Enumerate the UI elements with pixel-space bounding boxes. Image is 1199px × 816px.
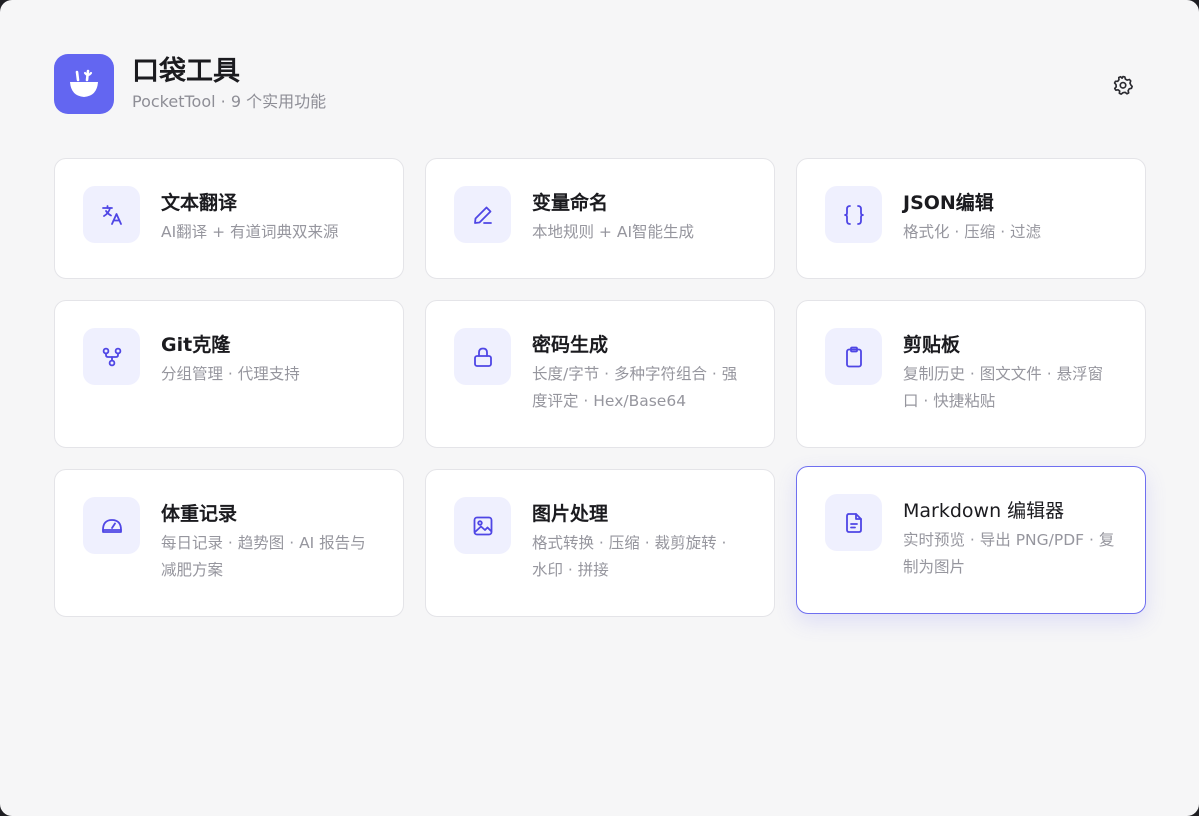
- app-window: 口袋工具 PocketTool · 9 个实用功能 文本翻译 AI翻译 + 有道…: [0, 0, 1199, 816]
- app-subtitle: PocketTool · 9 个实用功能: [132, 92, 327, 111]
- tool-title: Markdown 编辑器: [903, 500, 1065, 522]
- tool-icon-box: [825, 186, 882, 243]
- tool-title: 密码生成: [532, 334, 609, 356]
- document-icon: [845, 512, 862, 533]
- tool-text: 图片处理 格式转换 · 压缩 · 裁剪旋转 · 水印 · 拼接: [532, 497, 746, 584]
- tool-icon-box: [454, 497, 511, 554]
- app-header: 口袋工具 PocketTool · 9 个实用功能: [54, 54, 326, 114]
- tool-icon-box: [825, 494, 882, 551]
- tool-title: JSON编辑: [903, 192, 994, 214]
- bowl-logo-icon: [70, 69, 98, 97]
- tool-icon-box: [454, 328, 511, 385]
- tool-title: Git克隆: [161, 334, 231, 356]
- tool-text: Markdown 编辑器 实时预览 · 导出 PNG/PDF · 复制为图片: [903, 494, 1117, 581]
- tool-title: 剪贴板: [903, 334, 961, 356]
- braces-icon: [843, 204, 864, 225]
- tool-title: 变量命名: [532, 192, 609, 214]
- tool-card-password-generator[interactable]: 密码生成 长度/字节 · 多种字符组合 · 强度评定 · Hex/Base64: [425, 300, 775, 448]
- tool-card-weight-log[interactable]: 体重记录 每日记录 · 趋势图 · AI 报告与减肥方案: [54, 469, 404, 617]
- scale-icon: [101, 518, 122, 533]
- tool-title: 图片处理: [532, 503, 609, 525]
- tool-card-clipboard[interactable]: 剪贴板 复制历史 · 图文文件 · 悬浮窗口 · 快捷粘贴: [796, 300, 1146, 448]
- tool-card-translate[interactable]: 文本翻译 AI翻译 + 有道词典双来源: [54, 158, 404, 279]
- tool-description: 格式化 · 压缩 · 过滤: [903, 223, 1042, 241]
- clipboard-icon: [845, 346, 862, 367]
- tool-description: AI翻译 + 有道词典双来源: [161, 223, 339, 241]
- tool-text: 变量命名 本地规则 + AI智能生成: [532, 186, 694, 246]
- tool-description: 复制历史 · 图文文件 · 悬浮窗口 · 快捷粘贴: [903, 365, 1104, 410]
- tool-grid: 文本翻译 AI翻译 + 有道词典双来源 变量命名 本地规则 + AI智能生成 J…: [54, 158, 1146, 617]
- tool-title: 体重记录: [161, 503, 238, 525]
- title-group: 口袋工具 PocketTool · 9 个实用功能: [132, 55, 326, 113]
- tool-text: 剪贴板 复制历史 · 图文文件 · 悬浮窗口 · 快捷粘贴: [903, 328, 1117, 415]
- tool-icon-box: [83, 186, 140, 243]
- tool-icon-box: [83, 497, 140, 554]
- image-icon: [473, 516, 492, 535]
- translate-icon: [101, 204, 122, 225]
- tool-description: 长度/字节 · 多种字符组合 · 强度评定 · Hex/Base64: [532, 365, 738, 410]
- tool-card-image-processing[interactable]: 图片处理 格式转换 · 压缩 · 裁剪旋转 · 水印 · 拼接: [425, 469, 775, 617]
- tool-description: 实时预览 · 导出 PNG/PDF · 复制为图片: [903, 531, 1115, 576]
- tool-description: 本地规则 + AI智能生成: [532, 223, 695, 241]
- tool-text: 体重记录 每日记录 · 趋势图 · AI 报告与减肥方案: [161, 497, 375, 584]
- tool-card-variable-naming[interactable]: 变量命名 本地规则 + AI智能生成: [425, 158, 775, 279]
- tool-text: JSON编辑 格式化 · 压缩 · 过滤: [903, 186, 1041, 246]
- settings-button[interactable]: [1110, 72, 1136, 98]
- tool-text: Git克隆 分组管理 · 代理支持: [161, 328, 300, 388]
- tool-icon-box: [454, 186, 511, 243]
- pencil-icon: [473, 206, 492, 224]
- tool-text: 密码生成 长度/字节 · 多种字符组合 · 强度评定 · Hex/Base64: [532, 328, 746, 415]
- gear-icon: [1113, 75, 1133, 95]
- tool-card-markdown-editor[interactable]: Markdown 编辑器 实时预览 · 导出 PNG/PDF · 复制为图片: [796, 466, 1146, 614]
- tool-text: 文本翻译 AI翻译 + 有道词典双来源: [161, 186, 339, 246]
- tool-description: 格式转换 · 压缩 · 裁剪旋转 · 水印 · 拼接: [532, 534, 727, 579]
- tool-icon-box: [83, 328, 140, 385]
- tool-icon-box: [825, 328, 882, 385]
- tool-card-json-editor[interactable]: JSON编辑 格式化 · 压缩 · 过滤: [796, 158, 1146, 279]
- git-branch-icon: [102, 347, 121, 366]
- app-title: 口袋工具: [132, 56, 240, 87]
- lock-icon: [473, 347, 492, 367]
- tool-card-git-clone[interactable]: Git克隆 分组管理 · 代理支持: [54, 300, 404, 448]
- tool-description: 每日记录 · 趋势图 · AI 报告与减肥方案: [161, 534, 366, 579]
- tool-title: 文本翻译: [161, 192, 238, 214]
- tool-description: 分组管理 · 代理支持: [161, 365, 300, 383]
- app-logo: [54, 54, 114, 114]
